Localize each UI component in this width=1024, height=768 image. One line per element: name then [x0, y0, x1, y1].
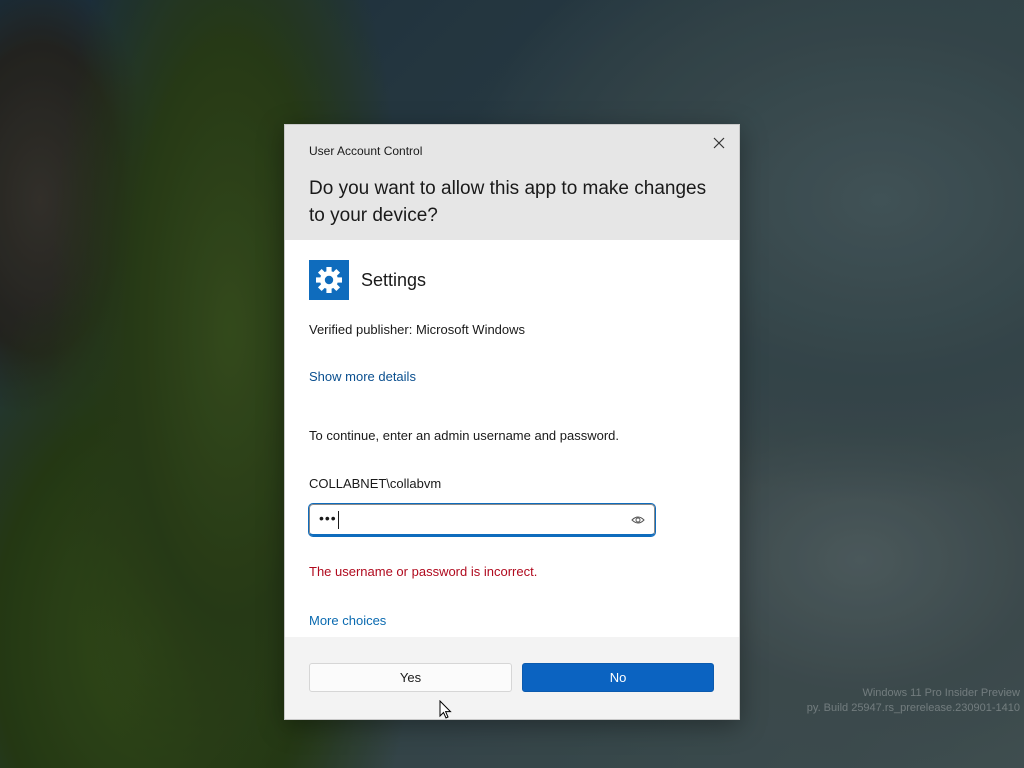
reveal-password-button[interactable]	[630, 512, 646, 528]
dialog-body: Settings Verified publisher: Microsoft W…	[285, 240, 739, 638]
eye-icon	[631, 516, 645, 524]
watermark-build: py. Build 25947.rs_prerelease.230901-141…	[806, 702, 1020, 714]
text-caret	[337, 510, 339, 529]
dialog-header: User Account Control Do you want to allo…	[285, 125, 739, 240]
settings-gear-icon	[309, 260, 349, 300]
verified-publisher: Verified publisher: Microsoft Windows	[309, 322, 526, 337]
username-label: COLLABNET\collabvm	[309, 476, 442, 491]
show-more-details-link[interactable]: Show more details	[309, 369, 416, 384]
password-input[interactable]: •••	[308, 503, 656, 537]
error-message: The username or password is incorrect.	[309, 564, 538, 579]
uac-question: Do you want to allow this app to make ch…	[309, 178, 707, 226]
uac-dialog: User Account Control Do you want to allo…	[284, 124, 740, 720]
dialog-title: User Account Control	[309, 144, 423, 158]
credentials-instruction: To continue, enter an admin username and…	[309, 428, 620, 443]
more-choices-link[interactable]: More choices	[309, 613, 386, 628]
app-name: Settings	[361, 270, 427, 290]
close-icon	[713, 137, 725, 149]
watermark-edition: Windows 11 Pro Insider Preview	[862, 687, 1020, 699]
close-button[interactable]	[705, 131, 733, 155]
yes-button[interactable]: Yes	[309, 663, 512, 692]
windows-watermark: Windows 11 Pro Insider Preview py. Build…	[807, 686, 1020, 716]
no-button[interactable]: No	[522, 663, 714, 692]
dialog-footer: Yes No	[285, 637, 739, 719]
mouse-pointer-icon	[439, 700, 452, 719]
password-value: •••	[319, 510, 339, 529]
